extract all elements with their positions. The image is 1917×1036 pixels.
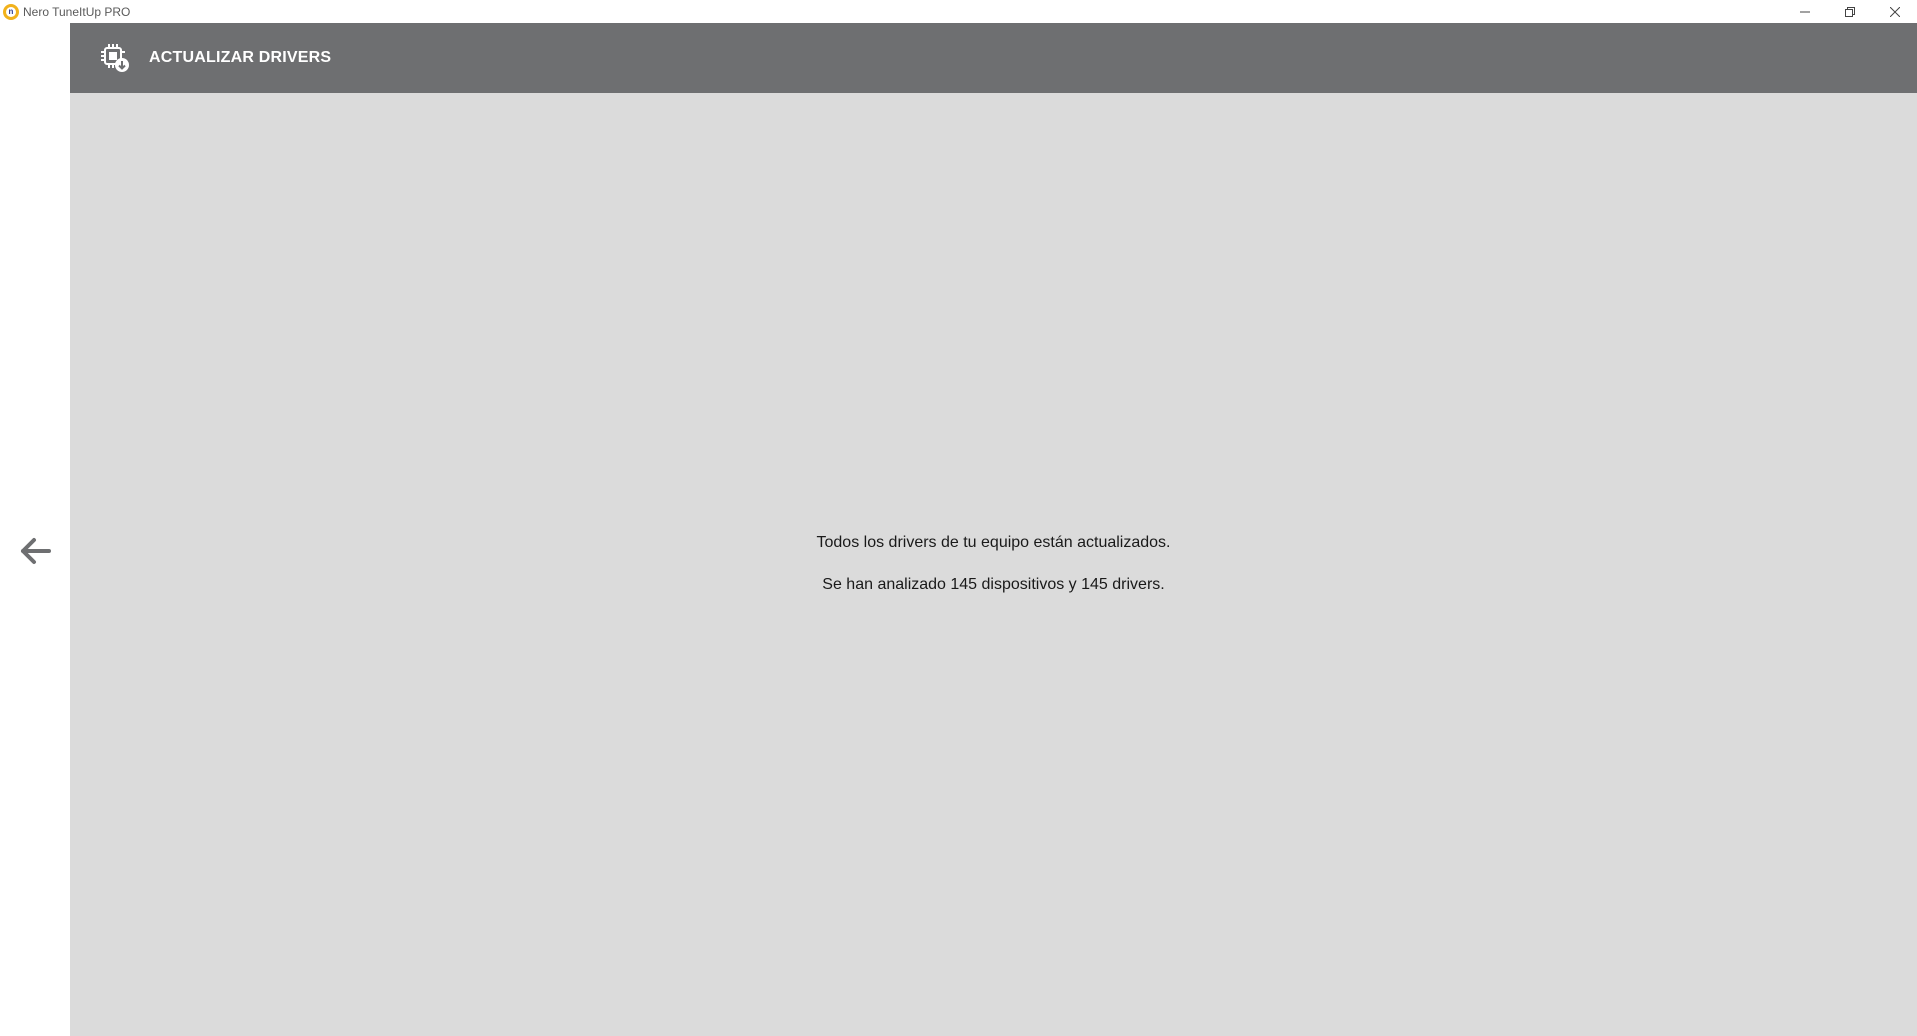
back-button[interactable] (17, 533, 53, 569)
window-title: Nero TuneItUp PRO (23, 4, 131, 19)
page-header: ACTUALIZAR DRIVERS (70, 23, 1917, 93)
minimize-button[interactable] (1782, 0, 1827, 23)
window-controls (1782, 0, 1917, 23)
left-navigation-rail (0, 23, 70, 1036)
restore-icon (1844, 6, 1855, 17)
close-icon (1889, 6, 1900, 17)
restore-button[interactable] (1827, 0, 1872, 23)
status-line: Todos los drivers de tu equipo están act… (816, 534, 1171, 551)
main-content: Todos los drivers de tu equipo están act… (70, 93, 1917, 1036)
status-message: Todos los drivers de tu equipo están act… (70, 533, 1917, 617)
summary-line: Se han analizado 145 dispositivos y 145 … (822, 576, 1165, 593)
minimize-icon (1799, 11, 1810, 12)
page-title: ACTUALIZAR DRIVERS (149, 49, 332, 66)
driver-update-icon (100, 43, 130, 73)
arrow-left-icon (21, 538, 51, 564)
close-button[interactable] (1872, 0, 1917, 23)
window-titlebar: n Nero TuneItUp PRO (0, 0, 1917, 23)
app-logo-icon: n (3, 3, 19, 20)
